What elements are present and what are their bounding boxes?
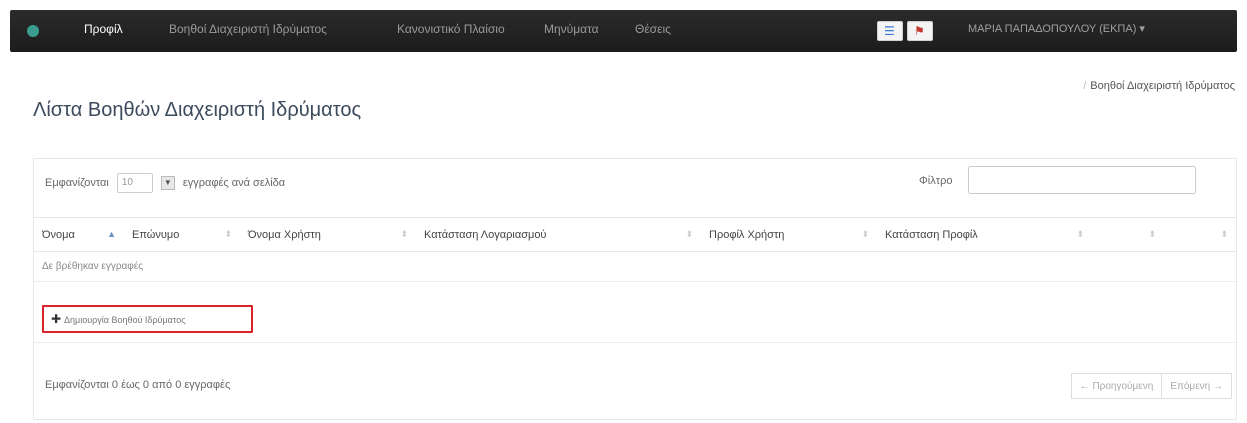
nav-institution-assistants[interactable]: Βοηθοί Διαχειριστή Ιδρύματος xyxy=(169,22,327,36)
breadcrumb-separator: / xyxy=(1083,80,1087,92)
sort-icon: ⬍ xyxy=(224,229,232,239)
empty-table-message: Δε βρέθηκαν εγγραφές xyxy=(34,251,1236,282)
sort-icon: ⬍ xyxy=(1148,229,1156,239)
column-header-label: Όνομα xyxy=(42,228,75,241)
table-row: Δε βρέθηκαν εγγραφές xyxy=(34,251,1236,282)
table-header-row: Όνομα ▲ Επώνυμο ⬍ Όνομα Χρήστη ⬍ Κατάσταση … xyxy=(34,217,1236,252)
filter-label: Φίλτρο xyxy=(919,175,953,187)
sort-icon: ⬍ xyxy=(861,229,869,239)
nav-messages[interactable]: Μηνύματα xyxy=(544,22,599,36)
plus-icon: ✚ xyxy=(51,312,62,326)
column-header-username[interactable]: Όνομα Χρήστη ⬍ xyxy=(240,217,416,252)
sort-asc-icon: ▲ xyxy=(107,229,116,239)
sort-icon: ⬍ xyxy=(1220,229,1228,239)
create-action-row: ✚ Δημιουργία Βοηθού Ιδρύματος xyxy=(34,295,1236,343)
sort-icon: ⬍ xyxy=(400,229,408,239)
column-header-account-status[interactable]: Κατάσταση Λογαριασμού ⬍ xyxy=(416,217,701,252)
nav-profile[interactable]: Προφίλ xyxy=(84,22,123,36)
column-header-label: Επώνυμο xyxy=(132,228,180,241)
column-header-label: Προφίλ Χρήστη xyxy=(709,228,785,241)
next-page-button[interactable]: Επόμενη → xyxy=(1162,373,1232,399)
nav-regulatory-framework[interactable]: Κανονιστικό Πλαίσιο xyxy=(397,22,505,36)
sort-icon: ⬍ xyxy=(685,229,693,239)
page-length-value: 10 xyxy=(121,177,133,188)
user-menu-dropdown[interactable]: ΜΑΡΙΑ ΠΑΠΑΔΟΠΟΥΛΟΥ (ΕΚΠΑ) ▾ xyxy=(968,22,1145,35)
breadcrumb: / Βοηθοί Διαχειριστή Ιδρύματος xyxy=(1083,80,1235,92)
language-button-1[interactable]: ☰ xyxy=(877,21,903,41)
top-navbar: Προφίλ Βοηθοί Διαχειριστή Ιδρύματος Κανο… xyxy=(10,10,1237,52)
nav-positions[interactable]: Θέσεις xyxy=(635,22,671,36)
column-header-user-profile[interactable]: Προφίλ Χρήστη ⬍ xyxy=(701,217,877,252)
column-header-label: Κατάσταση Προφίλ xyxy=(885,228,978,241)
column-header-label: Κατάσταση Λογαριασμού xyxy=(424,228,547,241)
previous-page-button[interactable]: ← Προηγούμενη xyxy=(1070,373,1163,399)
assistants-table-panel: Εμφανίζονται 10 ▼ εγγραφές ανά σελίδα Φί… xyxy=(33,158,1237,420)
brand-logo-icon[interactable] xyxy=(27,25,39,37)
length-suffix-label: εγγραφές ανά σελίδα xyxy=(182,177,286,189)
create-button-label: Δημιουργία Βοηθού Ιδρύματος xyxy=(64,315,186,325)
assistants-table: Όνομα ▲ Επώνυμο ⬍ Όνομα Χρήστη ⬍ Κατάσταση … xyxy=(34,217,1236,282)
sort-icon: ⬍ xyxy=(1076,229,1084,239)
column-header-actions-2[interactable]: ⬍ xyxy=(1164,217,1236,252)
pagination: ← Προηγούμενη Επόμενη → xyxy=(1070,373,1232,399)
length-prefix-label: Εμφανίζονται xyxy=(45,177,109,189)
breadcrumb-current[interactable]: Βοηθοί Διαχειριστή Ιδρύματος xyxy=(1090,80,1235,92)
create-institution-assistant-button[interactable]: ✚ Δημιουργία Βοηθού Ιδρύματος xyxy=(42,305,253,333)
column-header-actions-1[interactable]: ⬍ xyxy=(1092,217,1164,252)
table-info-text: Εμφανίζονται 0 έως 0 από 0 εγγραφές xyxy=(45,379,231,391)
list-icon: ☰ xyxy=(884,24,895,38)
page-length-control: Εμφανίζονται 10 ▼ εγγραφές ανά σελίδα xyxy=(45,173,285,193)
chevron-down-icon[interactable]: ▼ xyxy=(160,176,175,190)
column-header-label: Όνομα Χρήστη xyxy=(248,228,321,241)
column-header-first-name[interactable]: Όνομα ▲ xyxy=(34,217,124,252)
column-header-profile-status[interactable]: Κατάσταση Προφίλ ⬍ xyxy=(877,217,1092,252)
filter-input[interactable] xyxy=(968,166,1196,194)
page-title: Λίστα Βοηθών Διαχειριστή Ιδρύματος xyxy=(33,99,362,121)
page-length-select[interactable]: 10 xyxy=(116,173,153,193)
flag-icon: ⚑ xyxy=(914,24,925,38)
language-button-2[interactable]: ⚑ xyxy=(907,21,933,41)
column-header-last-name[interactable]: Επώνυμο ⬍ xyxy=(124,217,240,252)
